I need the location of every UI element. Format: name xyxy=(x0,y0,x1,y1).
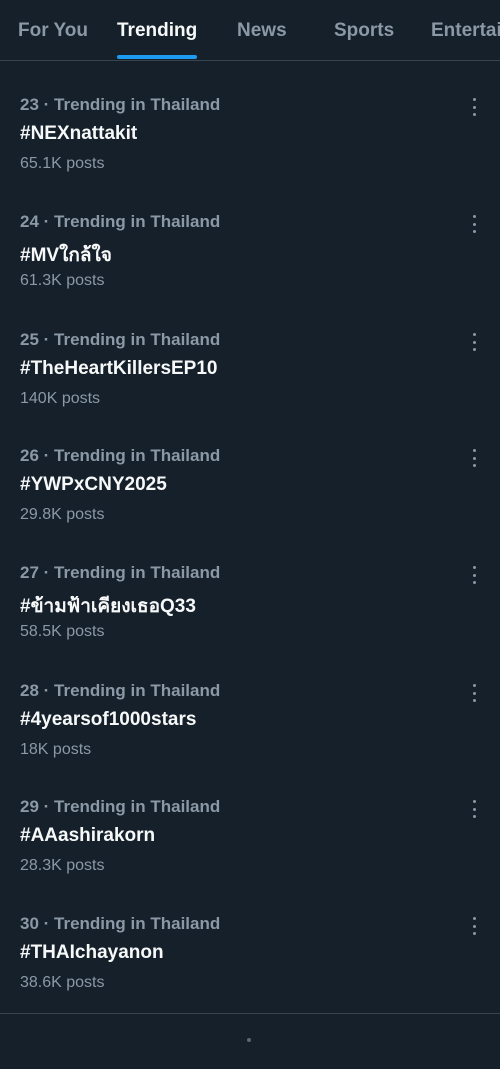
more-vertical-icon[interactable] xyxy=(464,683,484,703)
trend-item[interactable]: 23 · Trending in Thailand #NEXnattakit 6… xyxy=(0,61,500,178)
trend-item[interactable]: 30 · Trending in Thailand #THAIchayanon … xyxy=(0,880,500,997)
trend-post-count: 28.3K posts xyxy=(20,857,105,874)
trend-hashtag: #TheHeartKillersEP10 xyxy=(20,358,218,379)
trend-post-count: 140K posts xyxy=(20,390,101,407)
more-vertical-icon[interactable] xyxy=(464,448,484,468)
trend-meta: 25 · Trending in Thailand xyxy=(20,330,221,349)
trend-hashtag: #NEXnattakit xyxy=(20,123,138,144)
more-vertical-icon[interactable] xyxy=(464,97,484,117)
trend-hashtag: #AAashirakorn xyxy=(20,825,156,846)
trend-post-count: 61.3K posts xyxy=(20,272,105,289)
tab-news[interactable]: News xyxy=(237,0,287,60)
trend-post-count: 65.1K posts xyxy=(20,155,105,172)
tab-trending-label: Trending xyxy=(117,20,198,41)
trend-hashtag: #THAIchayanon xyxy=(20,942,164,963)
tab-entertainment[interactable]: Entertai xyxy=(431,0,500,60)
tab-trending[interactable]: Trending xyxy=(117,0,198,60)
trend-post-count: 38.6K posts xyxy=(20,974,105,991)
more-vertical-icon[interactable] xyxy=(464,332,484,352)
trend-meta: 30 · Trending in Thailand xyxy=(20,914,221,933)
trend-hashtag: #YWPxCNY2025 xyxy=(20,474,167,495)
trend-post-count: 29.8K posts xyxy=(20,506,105,523)
trend-meta: 28 · Trending in Thailand xyxy=(20,681,221,700)
trend-post-count: 58.5K posts xyxy=(20,623,105,640)
more-vertical-icon[interactable] xyxy=(464,214,484,234)
trend-item[interactable]: 28 · Trending in Thailand #4yearsof1000s… xyxy=(0,647,500,764)
trend-hashtag: #MVใกล้ใจ xyxy=(20,245,112,266)
tab-sports[interactable]: Sports xyxy=(334,0,394,60)
more-vertical-icon[interactable] xyxy=(464,565,484,585)
trend-hashtag: #ข้ามฟ้าเคียงเธอQ33 xyxy=(20,596,196,617)
tab-for-you[interactable]: For You xyxy=(18,0,88,60)
list-end-divider xyxy=(0,1013,500,1014)
trend-meta: 24 · Trending in Thailand xyxy=(20,212,221,231)
trend-meta: 29 · Trending in Thailand xyxy=(20,797,221,816)
trend-hashtag: #4yearsof1000stars xyxy=(20,709,197,730)
trend-meta: 27 · Trending in Thailand xyxy=(20,563,221,582)
trend-item[interactable]: 25 · Trending in Thailand #TheHeartKille… xyxy=(0,296,500,413)
tab-bar: For You Trending News Sports Entertai xyxy=(0,0,500,61)
more-vertical-icon[interactable] xyxy=(464,916,484,936)
trend-meta: 23 · Trending in Thailand xyxy=(20,95,221,114)
trend-meta: 26 · Trending in Thailand xyxy=(20,446,221,465)
trend-item[interactable]: 29 · Trending in Thailand #AAashirakorn … xyxy=(0,763,500,880)
more-vertical-icon[interactable] xyxy=(464,799,484,819)
trend-item[interactable]: 26 · Trending in Thailand #YWPxCNY2025 2… xyxy=(0,412,500,529)
trend-item[interactable]: 24 · Trending in Thailand #MVใกล้ใจ 61.3… xyxy=(0,178,500,295)
active-tab-indicator xyxy=(117,55,198,59)
trend-item[interactable]: 27 · Trending in Thailand #ข้ามฟ้าเคียงเ… xyxy=(0,529,500,646)
loading-indicator-dot xyxy=(247,1038,251,1042)
trend-post-count: 18K posts xyxy=(20,741,92,758)
